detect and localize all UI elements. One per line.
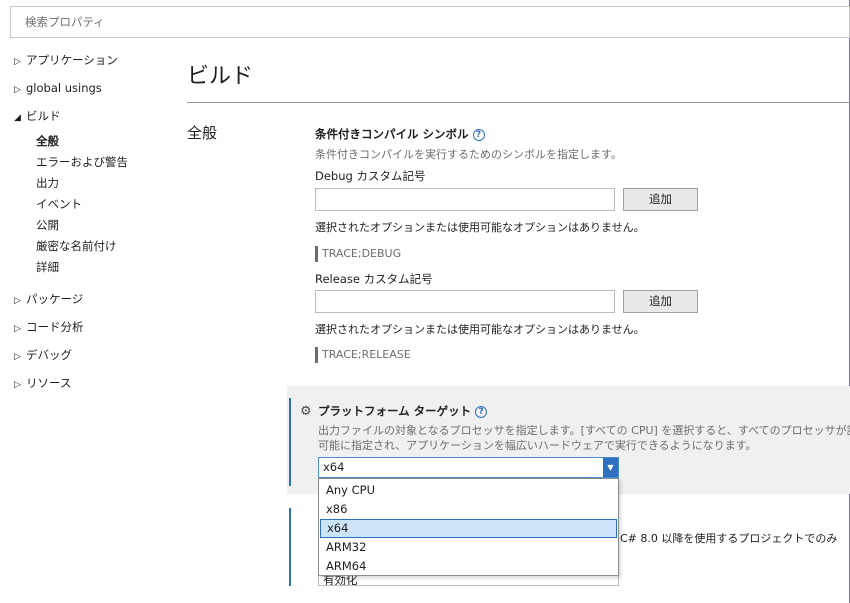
platform-description-line2: 可能に指定され、アプリケーションを幅広いハードウェアで実行できるようになります。 — [318, 439, 757, 452]
sidebar-item-debug[interactable]: ▷ デバッグ — [14, 345, 72, 365]
sidebar-item-package[interactable]: ▷ パッケージ — [14, 289, 83, 309]
sidebar-item-label: ビルド — [26, 109, 61, 123]
dropdown-option-any-cpu[interactable]: Any CPU — [320, 481, 617, 500]
debug-no-options-text: 選択されたオプションまたは使用可能なオプションはありません。 — [315, 221, 645, 234]
nullable-description: C# 8.0 以降を使用するプロジェクトでのみ — [620, 532, 838, 545]
release-add-button[interactable]: 追加 — [623, 290, 698, 313]
caret-right-icon: ▷ — [14, 380, 21, 390]
chevron-down-icon[interactable]: ▼ — [603, 458, 618, 477]
release-symbols-input[interactable] — [315, 290, 615, 313]
dropdown-option-arm32[interactable]: ARM32 — [320, 538, 617, 557]
sidebar-item-code-analysis[interactable]: ▷ コード分析 — [14, 317, 84, 337]
sidebar-subitem-errors-warnings[interactable]: エラーおよび警告 — [36, 152, 128, 172]
search-box[interactable] — [10, 6, 850, 38]
sidebar-item-application[interactable]: ▷ アプリケーション — [14, 50, 118, 70]
caret-right-icon: ▷ — [14, 57, 21, 67]
search-input[interactable] — [11, 7, 849, 37]
sidebar-item-build[interactable]: ◢ ビルド — [14, 106, 61, 126]
debug-add-button[interactable]: 追加 — [623, 188, 698, 211]
sidebar-item-label: global usings — [26, 81, 102, 95]
release-symbols-chip: TRACE;RELEASE — [315, 347, 411, 363]
platform-heading: プラットフォーム ターゲット? — [318, 403, 488, 419]
dropdown-option-x86[interactable]: x86 — [320, 500, 617, 519]
sidebar-item-label: デバッグ — [26, 348, 72, 362]
symbols-description: 条件付きコンパイルを実行するためのシンボルを指定します。 — [315, 148, 622, 161]
sidebar-subitem-strong-naming[interactable]: 厳密な名前付け — [36, 236, 117, 256]
page-title: ビルド — [187, 64, 254, 89]
debug-symbols-chip: TRACE;DEBUG — [315, 246, 401, 262]
caret-down-icon: ◢ — [14, 113, 21, 123]
platform-description-line1: 出力ファイルの対象となるプロセッサを指定します。[すべての CPU] を選択する… — [318, 424, 850, 437]
caret-right-icon: ▷ — [14, 296, 21, 306]
sidebar-item-resources[interactable]: ▷ リソース — [14, 373, 71, 393]
sidebar-item-label: パッケージ — [26, 292, 84, 306]
caret-right-icon: ▷ — [14, 324, 21, 334]
debug-symbols-label: Debug カスタム記号 — [315, 169, 426, 183]
platform-target-select[interactable]: x64 ▼ — [318, 457, 619, 478]
symbols-heading-text: 条件付きコンパイル シンボル — [315, 127, 469, 141]
info-icon[interactable]: ? — [475, 406, 488, 418]
release-symbols-label: Release カスタム記号 — [315, 272, 433, 286]
dropdown-option-x64[interactable]: x64 — [320, 519, 617, 538]
platform-target-dropdown: Any CPU x86 x64 ARM32 ARM64 — [318, 478, 619, 576]
release-no-options-text: 選択されたオプションまたは使用可能なオプションはありません。 — [315, 323, 645, 336]
symbols-heading: 条件付きコンパイル シンボル? — [315, 126, 485, 142]
sidebar-item-label: リソース — [26, 376, 72, 390]
sidebar-item-label: アプリケーション — [26, 53, 118, 67]
sidebar-subitem-general[interactable]: 全般 — [36, 131, 59, 151]
caret-right-icon: ▷ — [14, 352, 21, 362]
platform-target-value: x64 — [323, 460, 345, 474]
debug-symbols-input[interactable] — [315, 188, 615, 211]
info-icon[interactable]: ? — [472, 129, 485, 141]
section-label: 全般 — [187, 124, 218, 142]
sidebar-item-label: コード分析 — [26, 320, 84, 334]
sidebar-subitem-publish[interactable]: 公開 — [36, 215, 59, 235]
caret-right-icon: ▷ — [14, 85, 21, 95]
sidebar-item-global-usings[interactable]: ▷ global usings — [14, 78, 102, 98]
nullable-accent-bar — [289, 508, 291, 586]
dropdown-option-arm64[interactable]: ARM64 — [320, 557, 617, 576]
sidebar-subitem-advanced[interactable]: 詳細 — [36, 257, 59, 277]
sidebar-subitem-events[interactable]: イベント — [36, 194, 82, 214]
sidebar-subitem-output[interactable]: 出力 — [36, 173, 59, 193]
platform-heading-text: プラットフォーム ターゲット — [318, 404, 472, 418]
gear-icon[interactable]: ⚙ — [300, 404, 312, 419]
title-divider — [187, 102, 850, 103]
platform-accent-bar — [289, 398, 291, 486]
